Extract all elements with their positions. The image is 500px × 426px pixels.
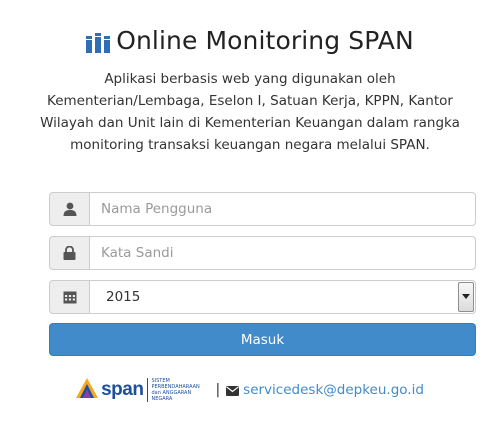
chevron-down-icon[interactable] (458, 282, 474, 312)
footer-separator: | (215, 382, 221, 398)
year-select[interactable]: 2015 (89, 280, 476, 314)
span-logo-subtitle: SISTEM PERBENDAHARAAN dan ANGGARAN NEGAR… (147, 378, 209, 402)
building-columns-icon (86, 32, 111, 53)
lock-icon (49, 236, 89, 270)
header: Online Monitoring SPAN (0, 26, 500, 57)
envelope-icon (226, 381, 240, 400)
password-input[interactable] (89, 236, 476, 270)
calendar-icon (49, 280, 89, 314)
span-logo: span SISTEM PERBENDAHARAAN dan ANGGARAN … (76, 378, 209, 402)
login-button[interactable]: Masuk (49, 323, 476, 356)
page-title: Online Monitoring SPAN (116, 26, 414, 55)
password-group (49, 236, 476, 270)
user-icon (49, 192, 89, 226)
app-description: Aplikasi berbasis web yang digunakan ole… (40, 71, 460, 153)
username-group (49, 192, 476, 226)
year-select-value: 2015 (106, 289, 141, 305)
span-triangle-icon (76, 378, 99, 402)
span-logo-word: span (101, 379, 144, 400)
servicedesk-email-link[interactable]: servicedesk@depkeu.go.id (243, 382, 424, 398)
span-logo-subtitle-line2: dan ANGGARAN NEGARA (151, 390, 192, 402)
span-logo-subtitle-line1: SISTEM PERBENDAHARAAN (151, 378, 200, 390)
year-group: 2015 (49, 280, 476, 314)
footer: span SISTEM PERBENDAHARAAN dan ANGGARAN … (0, 378, 500, 402)
title-row: Online Monitoring SPAN (86, 26, 414, 55)
username-input[interactable] (89, 192, 476, 226)
